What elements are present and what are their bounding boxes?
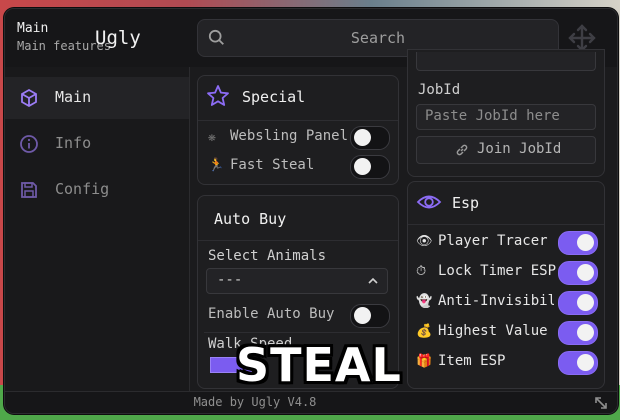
info-icon (20, 135, 38, 153)
auto-buy-title: Auto Buy (214, 210, 287, 228)
highest-value-toggle[interactable] (558, 321, 598, 345)
jobid-label: JobId (418, 82, 461, 98)
sidebar-item-config[interactable]: Config (5, 169, 189, 211)
fast-steal-toggle[interactable] (350, 155, 390, 179)
item-esp-label: Item ESP (438, 353, 506, 369)
link-icon (456, 144, 468, 156)
anti-invisibility-label: Anti-Invisibili (438, 293, 554, 309)
websling-panel-label: Websling Panel (230, 128, 349, 144)
enable-auto-buy-toggle[interactable] (350, 304, 390, 328)
lock-timer-esp-label: Lock Timer ESP (438, 263, 557, 279)
stopwatch-icon: ⏱ (416, 264, 427, 279)
window-title: Main (17, 21, 49, 36)
websling-panel-toggle[interactable] (350, 126, 390, 150)
money-bag-icon: 💰 (416, 324, 433, 339)
cube-icon (21, 88, 37, 108)
sidebar-item-label: Main (55, 88, 92, 106)
footer: Made by Ugly V4.8 (5, 391, 617, 413)
item-esp-toggle[interactable] (558, 351, 598, 375)
ghost-icon: 👻 (416, 294, 433, 309)
steal-overlay-text: STEAL (236, 338, 402, 392)
divider (198, 120, 398, 121)
sparkle-icon: ❋ (208, 130, 216, 145)
jobid-placeholder: Paste JobId here (425, 108, 560, 124)
join-jobid-button[interactable]: Join JobId (416, 136, 596, 164)
gift-icon: 🎁 (416, 354, 433, 369)
cutoff-input[interactable] (416, 52, 596, 71)
special-title: Special (242, 88, 306, 106)
sidebar-item-info[interactable]: Info (5, 123, 189, 165)
chevron-up-icon (368, 277, 378, 284)
anti-invisibility-toggle[interactable] (558, 291, 598, 315)
jobid-input[interactable]: Paste JobId here (416, 104, 596, 130)
divider (198, 240, 398, 241)
jobid-card: JobId Paste JobId here Join JobId (407, 49, 605, 177)
lock-timer-esp-toggle[interactable] (558, 261, 598, 285)
brand-name: Ugly (95, 27, 141, 49)
eye-icon (416, 195, 442, 209)
eye-icon: 👁 (416, 234, 433, 249)
esp-card: Esp 👁 Player Tracer ⏱ Lock Timer ESP 👻 A… (407, 181, 605, 389)
fast-steal-label: Fast Steal (230, 157, 315, 173)
join-jobid-label: Join JobId (477, 141, 562, 157)
divider (204, 332, 390, 333)
player-tracer-toggle[interactable] (558, 231, 598, 255)
special-card: Special ❋ Websling Panel 🏃 Fast Steal (197, 75, 399, 185)
star-icon (207, 85, 229, 106)
enable-auto-buy-label: Enable Auto Buy (208, 306, 335, 322)
highest-value-label: Highest Value (438, 323, 548, 339)
resize-icon[interactable] (593, 395, 609, 411)
runner-icon: 🏃 (208, 158, 225, 173)
divider (408, 224, 604, 225)
sidebar-item-main[interactable]: Main (5, 77, 189, 119)
player-tracer-label: Player Tracer (438, 233, 548, 249)
sidebar: Main Info Config (5, 67, 190, 391)
esp-title: Esp (452, 194, 480, 212)
save-icon (21, 182, 37, 198)
search-placeholder: Search (350, 29, 406, 47)
sidebar-item-label: Config (55, 180, 110, 198)
select-animals-value: --- (217, 272, 243, 288)
select-animals-label: Select Animals (208, 248, 327, 264)
footer-credit: Made by Ugly V4.8 (193, 395, 317, 409)
sidebar-item-label: Info (55, 134, 92, 152)
select-animals-dropdown[interactable]: --- (206, 268, 388, 294)
